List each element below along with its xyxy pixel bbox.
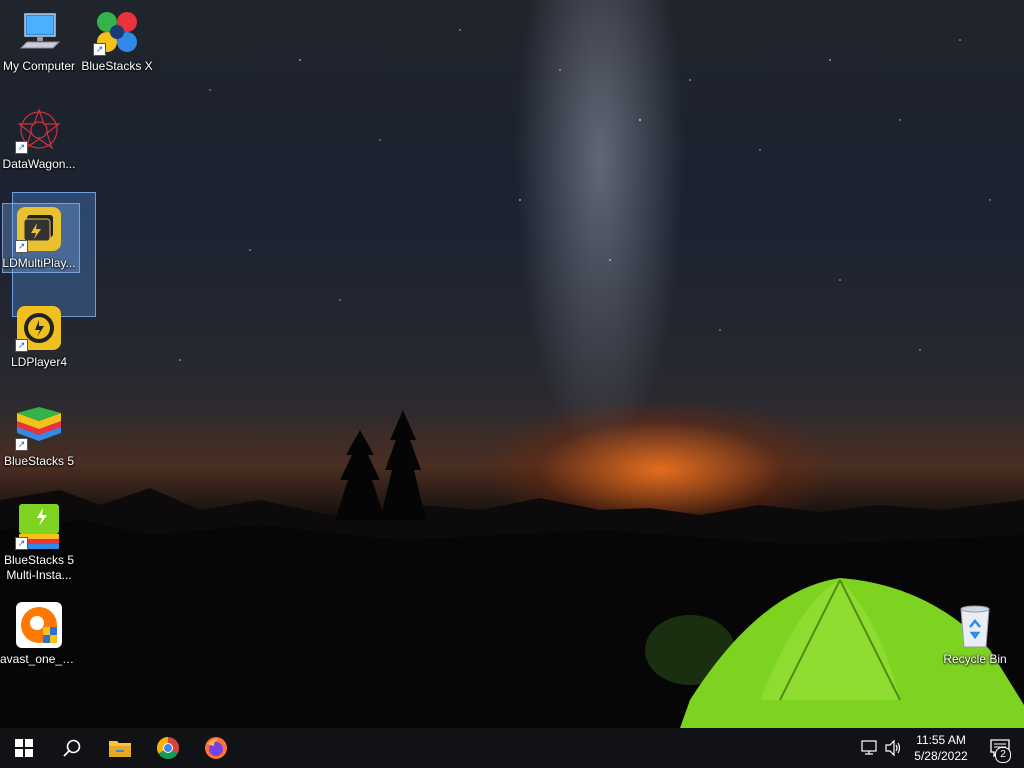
shortcut-arrow-icon: ↗ [15,537,28,550]
ldplayer-icon: ↗ [15,304,63,352]
desktop-icon-label: DataWagon... [2,157,76,171]
chrome-icon [157,737,179,759]
desktop-icon-label: BlueStacks 5 Multi-Insta... [3,553,75,582]
desktop-icon-ldplayer4[interactable]: ↗ LDPlayer4 [0,304,78,370]
avast-icon [15,601,63,649]
network-icon[interactable] [858,728,882,768]
desktop-icon-label: avast_one_e... [0,652,78,666]
desktop-icon-bluestacks-5[interactable]: ↗ BlueStacks 5 [0,403,78,469]
desktop-icon-label: BlueStacks X [81,59,153,73]
shortcut-arrow-icon: ↗ [15,240,28,253]
bluestacks-multi-instance-icon: ↗ [15,502,63,550]
desktop-icon-recycle-bin[interactable]: Recycle Bin [936,601,1014,667]
desktop-icon-datawagon[interactable]: ↗ DataWagon... [0,106,78,172]
desktop-icon-my-computer[interactable]: My Computer [0,8,78,74]
desktop-wallpaper [0,0,1024,728]
desktop-icon-bluestacks-x[interactable]: ↗ BlueStacks X [78,8,156,74]
search-icon [63,739,81,757]
shortcut-arrow-icon: ↗ [93,43,106,56]
computer-icon [15,8,63,56]
search-button[interactable] [48,728,96,768]
bluestacks-x-icon: ↗ [93,8,141,56]
clock-time: 11:55 AM [916,733,966,747]
shortcut-arrow-icon: ↗ [15,438,28,451]
clock[interactable]: 11:55 AM 5/28/2022 [906,732,976,764]
desktop-icon-label: LDMultiPlay... [2,256,76,270]
volume-icon[interactable] [882,728,906,768]
start-button[interactable] [0,728,48,768]
shortcut-arrow-icon: ↗ [15,339,28,352]
clock-date: 5/28/2022 [914,749,968,763]
desktop-icon-avast-one[interactable]: avast_one_e... [0,601,78,667]
ldmultiplayer-icon: ↗ [15,205,63,253]
file-explorer-button[interactable] [96,728,144,768]
recycle-bin-icon [951,601,999,649]
start-icon [15,739,33,757]
desktop-icon-ldmultiplayer[interactable]: ↗ LDMultiPlay... [0,205,78,271]
desktop-icon-bluestacks-5-multi-instance[interactable]: ↗ BlueStacks 5 Multi-Insta... [0,502,78,583]
firefox-icon [205,737,227,759]
chrome-button[interactable] [144,728,192,768]
shortcut-arrow-icon: ↗ [15,141,28,154]
desktop-icon-label: Recycle Bin [943,652,1007,666]
bluestacks-icon: ↗ [15,403,63,451]
firefox-button[interactable] [192,728,240,768]
desktop-icon-label: My Computer [2,59,76,73]
datawagon-icon: ↗ [15,106,63,154]
taskbar: 11:55 AM 5/28/2022 2 [0,728,1024,768]
notification-count-badge: 2 [995,747,1011,763]
desktop-icon-label: BlueStacks 5 [3,454,75,468]
action-center-button[interactable]: 2 [976,728,1024,768]
desktop-icon-label: LDPlayer4 [10,355,68,369]
file-explorer-icon [109,741,131,757]
system-tray: 11:55 AM 5/28/2022 2 [858,728,1024,768]
